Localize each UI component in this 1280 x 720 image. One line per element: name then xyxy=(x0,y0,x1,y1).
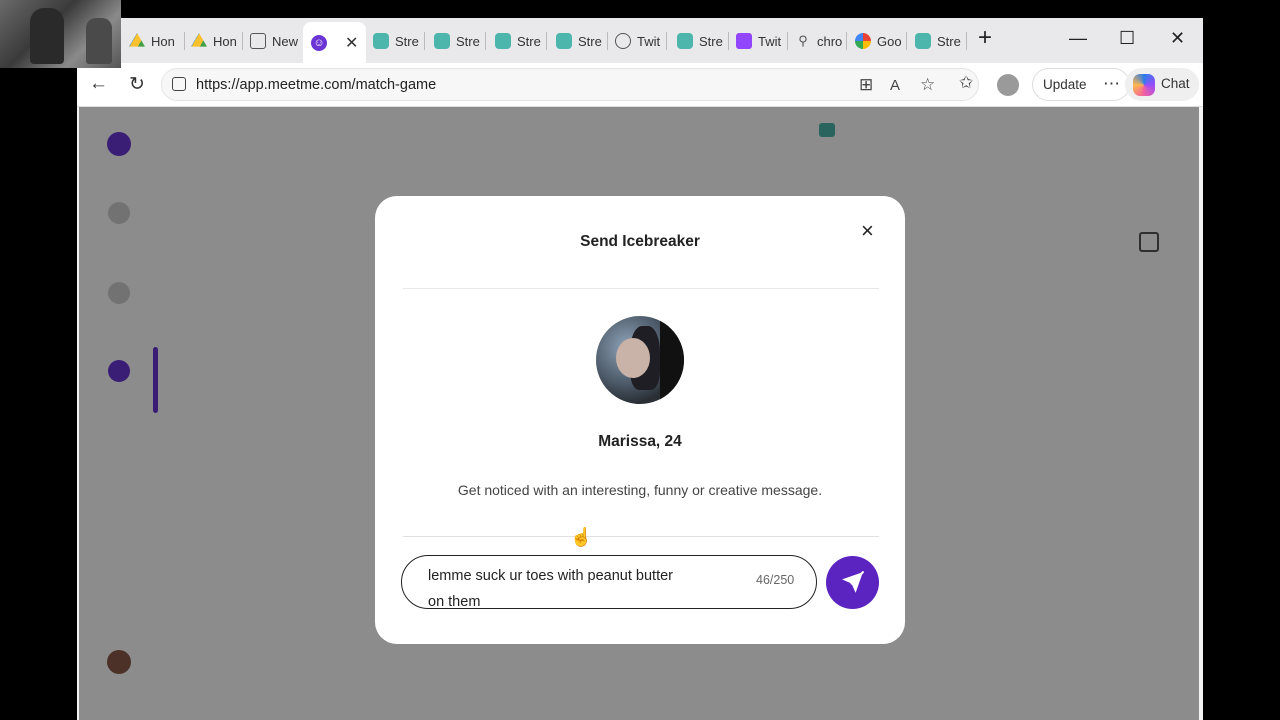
webcam-overlay xyxy=(0,0,121,68)
divider xyxy=(403,536,879,537)
url-text: https://app.meetme.com/match-game xyxy=(196,77,437,93)
chat-label: Chat xyxy=(1161,76,1190,91)
message-input[interactable]: lemme suck ur toes with peanut butter on… xyxy=(401,555,817,610)
favorite-star-icon[interactable]: ☆ xyxy=(920,75,935,95)
tab-stream-2[interactable]: Stre xyxy=(434,24,486,58)
modal-title: Send Icebreaker xyxy=(580,233,700,250)
tab-label: Stre xyxy=(578,33,602,49)
tab-stream-6[interactable]: Stre xyxy=(915,24,967,58)
tab-label: New xyxy=(272,33,299,49)
tab-label: Stre xyxy=(699,33,723,49)
profile-name: Marissa, 24 xyxy=(598,433,682,450)
read-aloud-icon[interactable]: A xyxy=(890,77,900,94)
favorites-icon[interactable]: ✩ xyxy=(959,73,973,93)
send-button[interactable] xyxy=(826,556,879,609)
news-icon xyxy=(250,33,266,49)
tab-label: Twit xyxy=(637,33,661,49)
stream-icon xyxy=(495,33,511,49)
tab-news[interactable]: New xyxy=(250,24,302,58)
tab-stream-5[interactable]: Stre xyxy=(677,24,729,58)
app-available-icon[interactable]: ⊞ xyxy=(859,75,873,95)
send-icon xyxy=(842,571,864,593)
close-window-icon[interactable]: ✕ xyxy=(1170,28,1185,49)
tab-stream-1[interactable]: Stre xyxy=(373,24,425,58)
webcam-person-secondary xyxy=(86,18,112,64)
twitch-icon xyxy=(736,33,752,49)
tab-label: Goo xyxy=(877,33,902,49)
character-counter: 46/250 xyxy=(756,573,795,587)
tab-home-2[interactable]: Hon xyxy=(191,24,243,58)
minimize-icon[interactable]: — xyxy=(1069,28,1087,49)
tab-meetme-active[interactable]: ☺ ✕ xyxy=(303,22,366,63)
message-line-2: on them xyxy=(428,594,481,610)
stream-icon xyxy=(434,33,450,49)
address-bar[interactable]: https://app.meetme.com/match-game ⊞ A ☆ xyxy=(161,68,979,101)
tab-label: Hon xyxy=(213,33,237,49)
profile-photo xyxy=(596,316,684,404)
stream-icon xyxy=(915,33,931,49)
google-icon xyxy=(855,33,871,49)
hand-cursor-icon: ☝ xyxy=(570,527,593,547)
tab-label: chro xyxy=(817,33,843,49)
update-label: Update xyxy=(1043,77,1087,92)
divider xyxy=(403,288,879,289)
icebreaker-modal: Send Icebreaker × Marissa, 24 Get notice… xyxy=(375,196,905,644)
tab-twitch[interactable]: Twit xyxy=(736,24,788,58)
tab-stream-3[interactable]: Stre xyxy=(495,24,547,58)
profile-avatar-icon[interactable] xyxy=(997,74,1019,96)
tab-label: Stre xyxy=(937,33,961,49)
close-icon[interactable]: × xyxy=(861,220,874,242)
back-arrow-icon[interactable]: ← xyxy=(89,73,108,95)
copilot-chat-button[interactable]: Chat xyxy=(1125,68,1199,101)
tab-google[interactable]: Goo xyxy=(855,24,907,58)
tab-chrome-search[interactable]: ⚲ chro xyxy=(795,24,847,58)
tab-home-1[interactable]: Hon xyxy=(129,24,185,58)
tab-label: Stre xyxy=(517,33,541,49)
google-drive-icon xyxy=(191,33,207,47)
tab-label: Stre xyxy=(456,33,480,49)
webcam-person xyxy=(30,8,64,64)
tab-close-icon[interactable]: ✕ xyxy=(345,33,358,53)
icebreaker-hint: Get noticed with an interesting, funny o… xyxy=(457,482,823,498)
browser-toolbar: ← ↻ https://app.meetme.com/match-game ⊞ … xyxy=(77,63,1203,107)
message-text[interactable]: lemme suck ur toes with peanut butter on… xyxy=(428,563,746,615)
reload-icon[interactable]: ↻ xyxy=(129,73,145,96)
tab-label: Hon xyxy=(151,33,175,49)
stream-icon xyxy=(556,33,572,49)
search-icon: ⚲ xyxy=(798,33,808,48)
stream-icon xyxy=(677,33,693,49)
tab-twitter[interactable]: Twit xyxy=(615,24,667,58)
tab-label: Stre xyxy=(395,33,419,49)
new-tab-button[interactable]: + xyxy=(978,24,992,52)
message-line-1: lemme suck ur toes with peanut butter xyxy=(428,568,674,584)
tab-label: Twit xyxy=(758,33,782,49)
globe-icon xyxy=(615,33,631,49)
tab-stream-4[interactable]: Stre xyxy=(556,24,608,58)
google-drive-icon xyxy=(129,33,145,47)
tab-strip: Hon Hon New ☺ ✕ Stre Stre Stre Stre Twit… xyxy=(77,18,1203,63)
lock-icon xyxy=(172,77,186,91)
more-options-icon[interactable]: ⋯ xyxy=(1103,74,1120,94)
stream-icon xyxy=(373,33,389,49)
copilot-icon xyxy=(1133,74,1155,96)
meetme-icon: ☺ xyxy=(311,34,327,51)
update-button[interactable]: Update ⋯ xyxy=(1032,68,1130,101)
maximize-icon[interactable]: ☐ xyxy=(1119,28,1135,49)
